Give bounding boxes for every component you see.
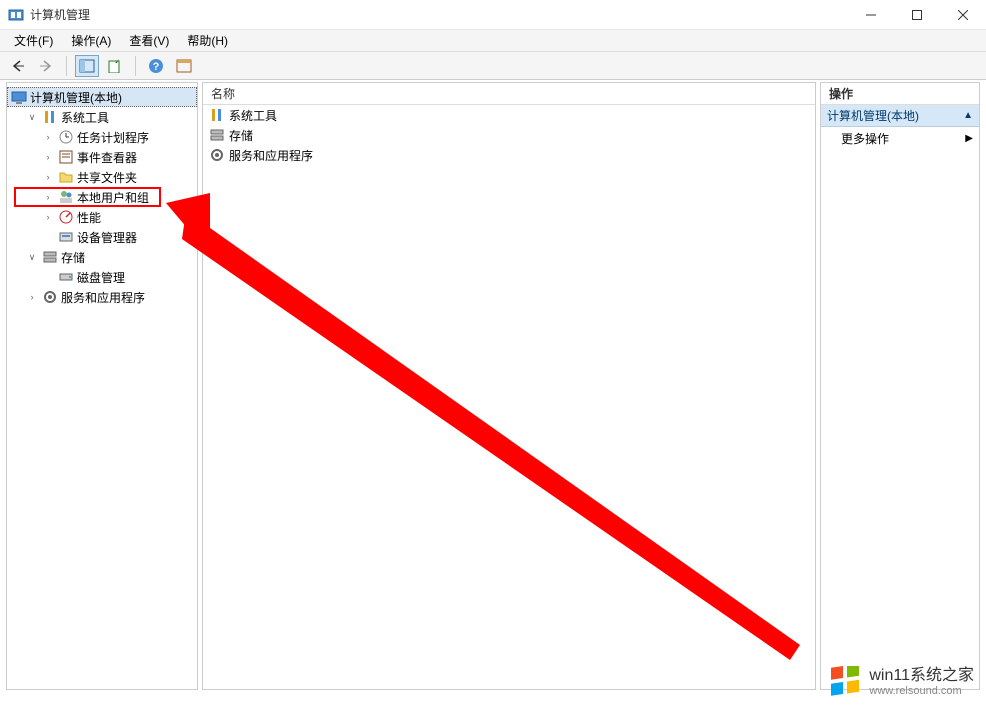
back-button[interactable] — [6, 55, 30, 77]
tools-icon — [42, 109, 58, 125]
tree-device-manager[interactable]: › 设备管理器 — [7, 227, 197, 247]
list-item[interactable]: 系统工具 — [203, 105, 815, 125]
window-controls — [848, 0, 986, 30]
action-panel-header: 操作 — [821, 83, 979, 105]
minimize-button[interactable] — [848, 0, 894, 30]
expander-closed-icon[interactable]: › — [41, 170, 55, 184]
tree-root-label: 计算机管理(本地) — [30, 89, 122, 106]
expander-closed-icon[interactable]: › — [25, 290, 39, 304]
collapse-icon[interactable]: ▲ — [963, 110, 973, 121]
watermark-title: win11系统之家 — [869, 666, 974, 685]
list-item-label: 系统工具 — [229, 107, 277, 124]
performance-icon — [58, 209, 74, 225]
main-area: 计算机管理(本地) ∨ 系统工具 › 任务计划程序 › 事件查看器 › 共享文件… — [0, 80, 986, 692]
list-item-label: 服务和应用程序 — [229, 147, 313, 164]
toolbar-separator — [66, 56, 67, 76]
tree-label: 共享文件夹 — [77, 169, 137, 186]
forward-button[interactable] — [34, 55, 58, 77]
chevron-right-icon: ▶ — [965, 133, 973, 144]
watermark: win11系统之家 www.relsound.com — [829, 666, 974, 698]
tree-performance[interactable]: › 性能 — [7, 207, 197, 227]
svg-text:?: ? — [153, 61, 160, 73]
show-hide-tree-button[interactable] — [75, 55, 99, 77]
title-bar: 计算机管理 — [0, 0, 986, 30]
export-button[interactable] — [103, 55, 127, 77]
list-item[interactable]: 服务和应用程序 — [203, 145, 815, 165]
tree-shared-folders[interactable]: › 共享文件夹 — [7, 167, 197, 187]
action-group-label: 计算机管理(本地) — [827, 107, 919, 124]
clock-icon — [58, 129, 74, 145]
list-item[interactable]: 存储 — [203, 125, 815, 145]
toolbar: ? — [0, 52, 986, 80]
tree-label: 性能 — [77, 209, 101, 226]
services-icon — [209, 147, 225, 163]
tree-label: 任务计划程序 — [77, 129, 149, 146]
tree-label: 本地用户和组 — [77, 189, 149, 206]
menu-file[interactable]: 文件(F) — [6, 30, 61, 51]
menu-action[interactable]: 操作(A) — [63, 30, 119, 51]
tree-label: 设备管理器 — [77, 229, 137, 246]
tree-local-users[interactable]: › 本地用户和组 — [7, 187, 197, 207]
tree-task-scheduler[interactable]: › 任务计划程序 — [7, 127, 197, 147]
event-icon — [58, 149, 74, 165]
list-item-label: 存储 — [229, 127, 253, 144]
tree-event-viewer[interactable]: › 事件查看器 — [7, 147, 197, 167]
watermark-url: www.relsound.com — [869, 685, 974, 698]
tree-label: 服务和应用程序 — [61, 289, 145, 306]
disk-icon — [58, 269, 74, 285]
close-button[interactable] — [940, 0, 986, 30]
action-more[interactable]: 更多操作 ▶ — [821, 127, 979, 149]
tree-storage[interactable]: ∨ 存储 — [7, 247, 197, 267]
menu-view[interactable]: 查看(V) — [121, 30, 177, 51]
properties-button[interactable] — [172, 55, 196, 77]
users-icon — [58, 189, 74, 205]
menu-help[interactable]: 帮助(H) — [179, 30, 236, 51]
storage-icon — [42, 249, 58, 265]
expander-open-icon[interactable]: ∨ — [25, 250, 39, 264]
app-icon — [8, 7, 24, 23]
tree-label: 系统工具 — [61, 109, 109, 126]
toolbar-separator — [135, 56, 136, 76]
menu-bar: 文件(F) 操作(A) 查看(V) 帮助(H) — [0, 30, 986, 52]
expander-closed-icon[interactable]: › — [41, 130, 55, 144]
list-panel: 名称 系统工具 存储 服务和应用程序 — [202, 82, 816, 690]
window-title: 计算机管理 — [30, 6, 90, 23]
storage-icon — [209, 127, 225, 143]
expander-open-icon[interactable]: ∨ — [25, 110, 39, 124]
tree-label: 磁盘管理 — [77, 269, 125, 286]
services-icon — [42, 289, 58, 305]
action-panel: 操作 计算机管理(本地) ▲ 更多操作 ▶ — [820, 82, 980, 690]
action-group-header[interactable]: 计算机管理(本地) ▲ — [821, 105, 979, 127]
tree-disk-mgmt[interactable]: › 磁盘管理 — [7, 267, 197, 287]
tree-root[interactable]: 计算机管理(本地) — [7, 87, 197, 107]
expander-closed-icon[interactable]: › — [41, 150, 55, 164]
maximize-button[interactable] — [894, 0, 940, 30]
tree-label: 存储 — [61, 249, 85, 266]
expander-closed-icon[interactable]: › — [41, 210, 55, 224]
folder-icon — [58, 169, 74, 185]
tree-services-apps[interactable]: › 服务和应用程序 — [7, 287, 197, 307]
tree-panel[interactable]: 计算机管理(本地) ∨ 系统工具 › 任务计划程序 › 事件查看器 › 共享文件… — [6, 82, 198, 690]
tools-icon — [209, 107, 225, 123]
help-button[interactable]: ? — [144, 55, 168, 77]
watermark-logo-icon — [829, 666, 861, 698]
tree-label: 事件查看器 — [77, 149, 137, 166]
tree-system-tools[interactable]: ∨ 系统工具 — [7, 107, 197, 127]
expander-closed-icon[interactable]: › — [41, 190, 55, 204]
action-more-label: 更多操作 — [841, 130, 889, 147]
device-icon — [58, 229, 74, 245]
list-header-name[interactable]: 名称 — [203, 83, 815, 105]
computer-icon — [11, 89, 27, 105]
